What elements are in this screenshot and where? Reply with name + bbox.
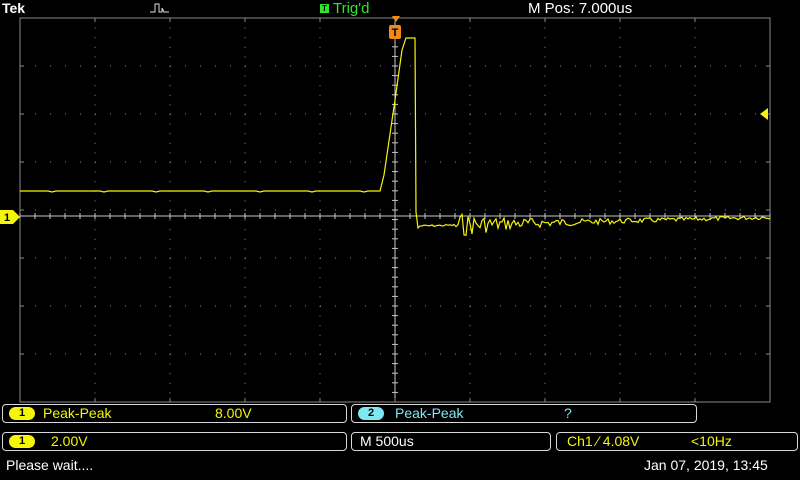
ch1-ground-marker[interactable]: 1 bbox=[0, 210, 20, 224]
timebase-setting[interactable]: M 500us bbox=[351, 432, 551, 451]
status-message: Please wait.... bbox=[6, 457, 94, 473]
measurement-ch1-peak-peak[interactable]: 1 Peak-Peak 8.00V bbox=[2, 404, 347, 423]
ch2-badge: 2 bbox=[358, 407, 384, 420]
ch1-ground-label: 1 bbox=[4, 212, 10, 224]
ch1-scale-value: 2.00V bbox=[51, 433, 88, 449]
trigger-frequency: <10Hz bbox=[691, 433, 732, 449]
measurement-name: Peak-Peak bbox=[43, 405, 112, 421]
trigger-setting[interactable]: Ch1 ∕ 4.08V <10Hz bbox=[556, 432, 798, 451]
timebase-value: M 500us bbox=[360, 433, 414, 449]
bottom-status-bar: Please wait.... Jan 07, 2019, 13:45 bbox=[0, 456, 800, 480]
measurement-value: ? bbox=[564, 405, 572, 421]
measurement-name: Peak-Peak bbox=[395, 405, 464, 421]
ch1-badge: 1 bbox=[9, 407, 35, 420]
trigger-position-label: T bbox=[392, 27, 399, 39]
measurement-ch2-peak-peak[interactable]: 2 Peak-Peak ? bbox=[351, 404, 697, 423]
trigger-position-marker[interactable]: T bbox=[389, 16, 401, 39]
ch1-badge: 1 bbox=[9, 435, 35, 448]
ch1-vertical-scale[interactable]: 1 2.00V bbox=[2, 432, 347, 451]
measurement-value: 8.00V bbox=[215, 405, 252, 421]
trigger-level-marker[interactable] bbox=[760, 108, 768, 120]
waveform-display: T 1 bbox=[0, 16, 771, 403]
trigger-level-value: Ch1 ∕ 4.08V bbox=[567, 433, 640, 449]
status-datetime: Jan 07, 2019, 13:45 bbox=[644, 457, 768, 473]
graticule-grid bbox=[19, 17, 771, 403]
